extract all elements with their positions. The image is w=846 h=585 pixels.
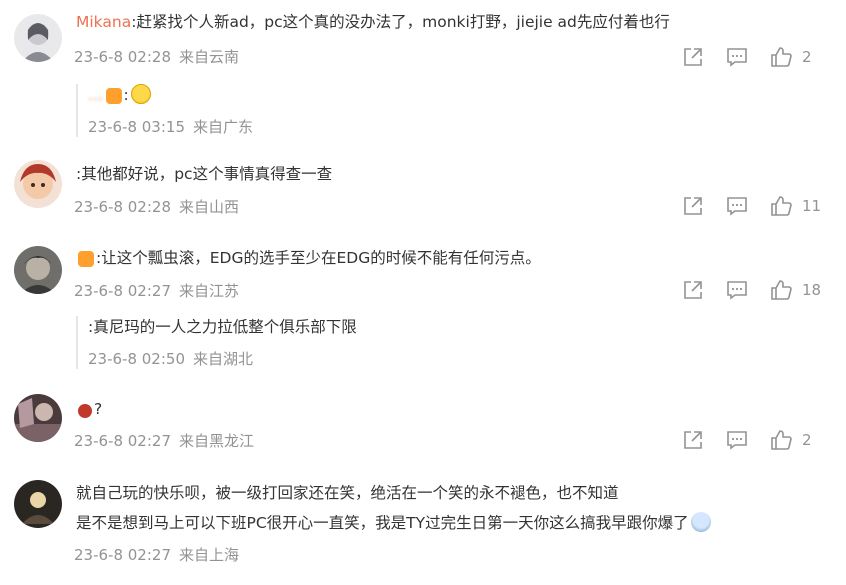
reply-text: :真尼玛的一人之力拉低整个俱乐部下限 <box>88 318 357 336</box>
comment-icon <box>727 48 747 67</box>
comment-text: 就自己玩的快乐呗，被一级打回家还在笑，绝活在一个笑的永不褪色，也不知道 <box>76 484 619 502</box>
comment-icon <box>727 281 747 300</box>
avatar[interactable] <box>14 394 62 442</box>
share-icon <box>684 197 702 215</box>
comment-text: ? <box>94 400 103 418</box>
comment-location: 来自江苏 <box>179 282 240 300</box>
share-icon <box>684 431 702 449</box>
comment-date: 23-6-8 02:27 <box>74 282 171 300</box>
reply-text: : <box>123 86 129 104</box>
avatar[interactable] <box>14 246 62 294</box>
comment-location: 来自山西 <box>179 198 240 216</box>
avatar[interactable] <box>14 480 62 528</box>
shocked-face-emoji-icon <box>690 512 711 532</box>
comment-text-line-2: 是不是想到马上可以下班PC很开心一直笑，我是TY过完生日第一天你这么搞我早跟你爆… <box>76 514 689 532</box>
comment-text: :赶紧找个人新ad，pc这个真的没办法了，monki打野，jiejie ad先应… <box>131 13 670 31</box>
comment-icon <box>727 431 747 450</box>
comment-body: :让这个瓢虫滚，EDG的选手至少在EDG的时候不能有任何污点。 <box>76 247 541 269</box>
like-count: 11 <box>802 197 822 215</box>
comment-actions: 2 <box>682 46 828 68</box>
comment-body-continued: 是不是想到马上可以下班PC很开心一直笑，我是TY过完生日第一天你这么搞我早跟你爆… <box>76 512 713 534</box>
comment-text: :让这个瓢虫滚，EDG的选手至少在EDG的时候不能有任何污点。 <box>96 249 541 267</box>
like-icon <box>771 196 792 216</box>
reply-location: 来自广东 <box>193 118 254 136</box>
like-count: 18 <box>802 281 822 299</box>
share-button[interactable] <box>682 279 704 301</box>
reply-username-link[interactable]: … <box>88 86 104 104</box>
reply-location: 来自湖北 <box>193 350 254 368</box>
comment-location: 来自上海 <box>179 546 240 564</box>
comment-date: 23-6-8 02:28 <box>74 48 171 66</box>
share-button[interactable] <box>682 46 704 68</box>
avatar[interactable] <box>14 160 62 208</box>
reply-body: …: <box>88 84 253 106</box>
like-icon <box>771 430 792 450</box>
like-count: 2 <box>802 431 812 449</box>
like-button[interactable]: 2 <box>770 46 828 68</box>
reply-date: 23-6-8 02:50 <box>88 350 185 368</box>
comment-meta: 23-6-8 02:27 来自上海 <box>74 544 239 565</box>
reply-item: :真尼玛的一人之力拉低整个俱乐部下限 23-6-8 02:50 来自湖北 <box>76 316 357 369</box>
comment-location: 来自云南 <box>179 48 240 66</box>
comment-meta: 23-6-8 02:28 来自云南 <box>74 46 239 67</box>
comment-body: Mikana:赶紧找个人新ad，pc这个真的没办法了，monki打野，jieji… <box>76 11 670 33</box>
like-button[interactable]: 11 <box>770 195 828 217</box>
comment-button[interactable] <box>726 46 748 68</box>
comment-body: 就自己玩的快乐呗，被一级打回家还在笑，绝活在一个笑的永不褪色，也不知道 <box>76 482 619 504</box>
reply-meta: 23-6-8 03:15 来自广东 <box>88 116 253 137</box>
vip-crown-icon <box>78 251 94 267</box>
comment-button[interactable] <box>726 429 748 451</box>
reply-body: :真尼玛的一人之力拉低整个俱乐部下限 <box>88 316 357 338</box>
faded-edge <box>752 542 832 572</box>
reply-meta: 23-6-8 02:50 来自湖北 <box>88 348 357 369</box>
comment-text: :其他都好说，pc这个事情真得查一查 <box>76 165 333 183</box>
comment-body: ? <box>76 398 102 420</box>
comment-actions: 11 <box>682 195 828 217</box>
comment-actions: 2 <box>682 429 828 451</box>
share-button[interactable] <box>682 429 704 451</box>
like-count: 2 <box>802 48 812 66</box>
vip-crown-icon <box>105 88 122 104</box>
like-button[interactable]: 18 <box>770 279 828 301</box>
share-icon <box>684 48 702 66</box>
like-button[interactable]: 2 <box>770 429 828 451</box>
reply-item: …: 23-6-8 03:15 来自广东 <box>76 84 253 137</box>
comment-button[interactable] <box>726 279 748 301</box>
comment-date: 23-6-8 02:28 <box>74 198 171 216</box>
comment-body: :其他都好说，pc这个事情真得查一查 <box>76 163 332 185</box>
comment-date: 23-6-8 02:27 <box>74 546 171 564</box>
avatar[interactable] <box>14 14 62 62</box>
comment-date: 23-6-8 02:27 <box>74 432 171 450</box>
comment-actions: 18 <box>682 279 828 301</box>
share-button[interactable] <box>682 195 704 217</box>
username-link[interactable]: Mikana <box>76 13 131 31</box>
share-icon <box>684 281 702 299</box>
reply-date: 23-6-8 03:15 <box>88 118 185 136</box>
comment-icon <box>727 197 747 216</box>
comment-meta: 23-6-8 02:27 来自江苏 <box>74 280 239 301</box>
comment-button[interactable] <box>726 195 748 217</box>
comment-meta: 23-6-8 02:27 来自黑龙江 <box>74 430 254 451</box>
like-icon <box>771 47 792 67</box>
comment-location: 来自黑龙江 <box>179 432 255 450</box>
like-icon <box>771 280 792 300</box>
smile-emoji-icon <box>130 84 151 104</box>
ladybug-emoji-icon <box>78 404 92 418</box>
comment-meta: 23-6-8 02:28 来自山西 <box>74 196 239 217</box>
